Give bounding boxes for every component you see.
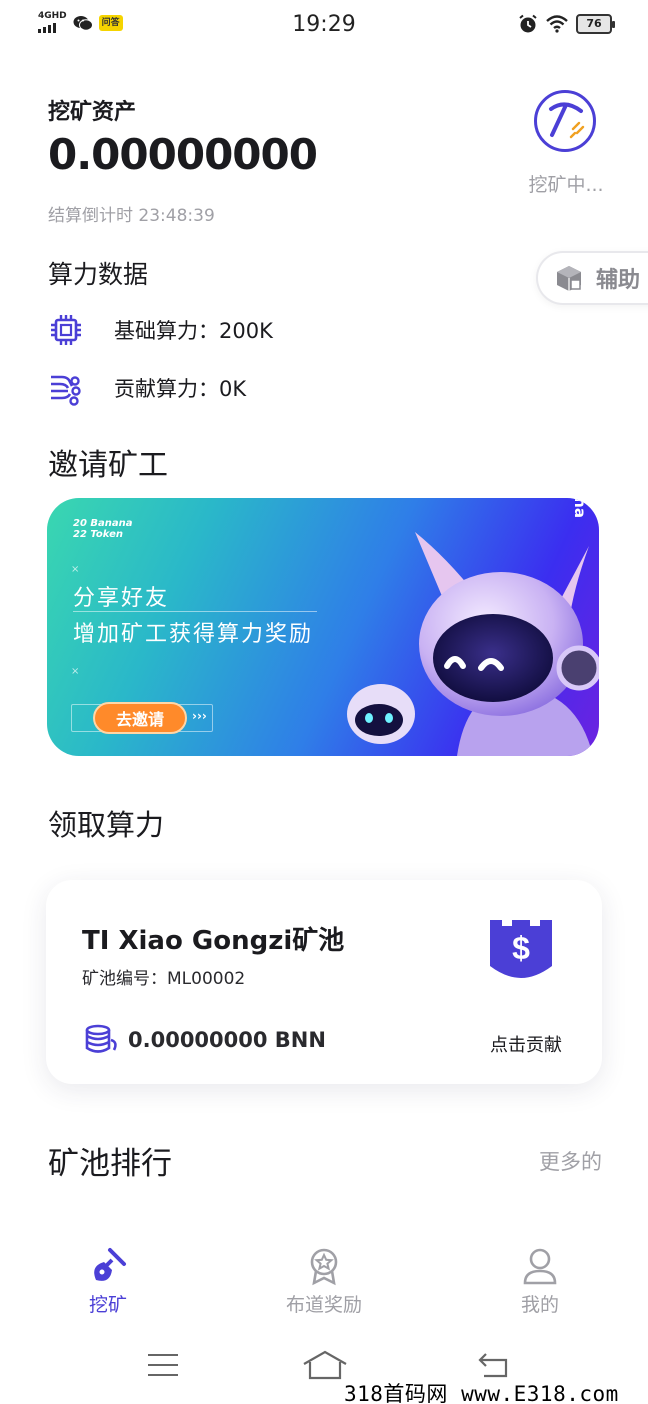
wifi-icon [546, 15, 568, 33]
banner-headline: 分享好友 [73, 586, 170, 611]
contribute-button[interactable]: 点击贡献 [490, 1031, 562, 1057]
assist-label: 辅助 [596, 268, 641, 293]
pickaxe-icon [94, 1248, 126, 1281]
invite-arrows: ››› [192, 709, 207, 723]
status-bar: 4GHD 问答 19:29 76 [0, 0, 648, 50]
invite-button[interactable]: 去邀请 [93, 702, 187, 734]
banner-logo-line2: 22 Token [73, 529, 123, 540]
dollar-shield-icon: $ [490, 920, 552, 978]
tab-profile[interactable]: 我的 [470, 1246, 610, 1317]
tab-label: 布道奖励 [285, 1294, 362, 1316]
invite-banner[interactable]: 20 Banana 22 Token × 分享好友 增加矿工获得算力奖励 × 去… [47, 498, 599, 756]
pickaxe-icon [549, 102, 585, 139]
coins-icon [85, 1024, 117, 1053]
tab-label: 挖矿 [88, 1294, 127, 1316]
decor-mark: × [71, 666, 80, 677]
settlement-countdown: 结算倒计时 23:48:39 [48, 206, 215, 226]
tab-mining[interactable]: 挖矿 [38, 1246, 178, 1317]
banner-side-text: Banana [571, 498, 589, 518]
pool-amount: 0.00000000 BNN [128, 1028, 326, 1052]
back-icon[interactable] [476, 1352, 512, 1380]
banner-divider [73, 611, 317, 612]
hashrate-title: 算力数据 [48, 260, 149, 289]
base-hashrate-row: 基础算力：200K [48, 312, 273, 348]
user-icon [523, 1248, 557, 1285]
invite-title: 邀请矿工 [48, 448, 168, 483]
claim-title: 领取算力 [48, 808, 165, 842]
pool-name: TI Xiao Gongzi矿池 [82, 926, 345, 956]
pool-id: 矿池编号：ML00002 [82, 969, 246, 989]
contribution-hashrate-row: 贡献算力：0K [48, 370, 246, 406]
medal-icon [310, 1248, 338, 1286]
base-hashrate: 基础算力：200K [114, 319, 273, 343]
banner-logo-line1: 20 Banana [73, 518, 133, 529]
watermark: 318首码网 www.E318.com [344, 1382, 619, 1404]
tab-label: 我的 [520, 1294, 559, 1316]
battery-icon: 76 [576, 14, 615, 34]
contribution-hashrate: 贡献算力：0K [114, 377, 247, 401]
mining-status: 挖矿中... [528, 174, 604, 196]
menu-icon[interactable] [148, 1354, 178, 1376]
chip-icon [51, 315, 81, 345]
banner-logo: 20 Banana 22 Token [73, 518, 133, 540]
robot-illustration [347, 532, 599, 756]
more-link[interactable]: 更多的 [539, 1146, 602, 1176]
svg-text:$: $ [512, 930, 530, 966]
alarm-icon [519, 14, 537, 33]
home-icon[interactable] [302, 1350, 348, 1380]
decor-mark: × [71, 564, 80, 575]
assist-button[interactable]: 辅助 [536, 251, 648, 305]
status-right: 76 [518, 14, 615, 34]
mining-button[interactable] [534, 90, 596, 152]
pool-card[interactable]: TI Xiao Gongzi矿池 矿池编号：ML00002 $ 0.000000… [46, 880, 602, 1084]
tab-rewards[interactable]: 布道奖励 [254, 1246, 394, 1317]
cube-icon [557, 266, 581, 291]
asset-title: 挖矿资产 [48, 100, 137, 125]
asset-value: 0.00000000 [48, 130, 318, 179]
ranking-title: 矿池排行 [48, 1146, 172, 1182]
network-icon [51, 375, 81, 406]
banner-subline: 增加矿工获得算力奖励 [73, 622, 314, 647]
